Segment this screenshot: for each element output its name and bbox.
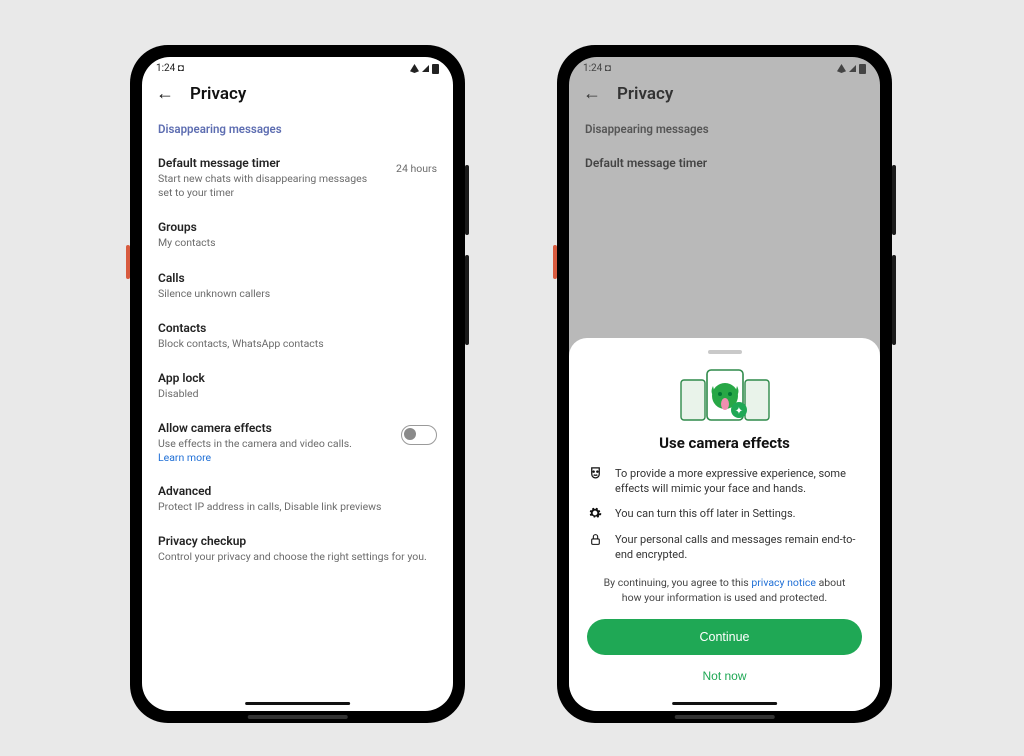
not-now-button[interactable]: Not now (587, 659, 862, 693)
row-title: Allow camera effects (158, 421, 389, 435)
row-title: Default message timer (158, 156, 384, 170)
phone-frame-right: 1:24 ◘ ← Privacy Disappearing messages D… (557, 45, 892, 723)
gesture-bar (672, 702, 778, 705)
bullet-text: Your personal calls and messages remain … (615, 532, 862, 563)
row-subtitle: Silence unknown callers (158, 287, 437, 301)
row-subtitle: Start new chats with disappearing messag… (158, 172, 384, 200)
row-title: Privacy checkup (158, 534, 437, 548)
row-contacts[interactable]: Contacts Block contacts, WhatsApp contac… (158, 311, 437, 361)
phone-power-button (892, 255, 896, 345)
lock-icon (587, 532, 603, 547)
continue-button[interactable]: Continue (587, 619, 862, 655)
bullet-settings: You can turn this off later in Settings. (587, 506, 862, 521)
row-title: Advanced (158, 484, 437, 498)
row-app-lock[interactable]: App lock Disabled (158, 361, 437, 411)
gear-icon (587, 506, 603, 520)
section-header-disappearing: Disappearing messages (585, 122, 864, 136)
row-title: Contacts (158, 321, 437, 335)
row-privacy-checkup[interactable]: Privacy checkup Control your privacy and… (158, 524, 437, 574)
battery-icon (859, 64, 866, 74)
status-time: 1:24 ◘ (583, 63, 611, 74)
back-arrow-icon[interactable]: ← (156, 85, 174, 103)
row-title: Calls (158, 271, 437, 285)
status-time: 1:24 ◘ (156, 63, 184, 74)
status-bar: 1:24 ◘ (142, 57, 453, 76)
wifi-icon (837, 64, 846, 73)
bullet-text: To provide a more expressive experience,… (615, 466, 862, 497)
row-groups[interactable]: Groups My contacts (158, 210, 437, 260)
row-title: Groups (158, 220, 437, 234)
sheet-illustration: ✦ (587, 364, 862, 426)
gesture-bar (245, 702, 351, 705)
phone-accent-button (553, 245, 557, 279)
sheet-disclaimer: By continuing, you agree to this privacy… (593, 575, 856, 605)
screen-left: 1:24 ◘ ← Privacy Disappearing messages D… (142, 57, 453, 711)
phone-power-button (465, 255, 469, 345)
sheet-title: Use camera effects (587, 434, 862, 452)
row-subtitle: My contacts (158, 236, 437, 250)
phone-volume-button (892, 165, 896, 235)
bullet-text: You can turn this off later in Settings. (615, 506, 796, 521)
row-advanced[interactable]: Advanced Protect IP address in calls, Di… (158, 474, 437, 524)
screen-right: 1:24 ◘ ← Privacy Disappearing messages D… (569, 57, 880, 711)
row-subtitle: Protect IP address in calls, Disable lin… (158, 500, 437, 514)
bullet-face: To provide a more expressive experience,… (587, 466, 862, 497)
row-camera-effects[interactable]: Allow camera effects Use effects in the … (158, 411, 437, 474)
row-subtitle: Use effects in the camera and video call… (158, 437, 389, 451)
privacy-notice-link[interactable]: privacy notice (751, 576, 816, 589)
row-subtitle: Disabled (158, 387, 437, 401)
section-header-disappearing: Disappearing messages (158, 122, 437, 136)
row-subtitle: Block contacts, WhatsApp contacts (158, 337, 437, 351)
back-arrow-icon[interactable]: ← (583, 85, 601, 103)
status-bar: 1:24 ◘ (569, 57, 880, 76)
row-title: Default message timer (585, 156, 864, 170)
row-subtitle: Control your privacy and choose the righ… (158, 550, 437, 564)
header: ← Privacy (569, 76, 880, 114)
phone-volume-button (465, 165, 469, 235)
row-calls[interactable]: Calls Silence unknown callers (158, 261, 437, 311)
svg-text:✦: ✦ (734, 406, 742, 417)
sheet-handle[interactable] (708, 350, 742, 354)
header: ← Privacy (142, 76, 453, 114)
signal-icon (422, 65, 429, 72)
signal-icon (849, 65, 856, 72)
mask-icon (587, 466, 603, 481)
page-title: Privacy (617, 84, 673, 104)
wifi-icon (410, 64, 419, 73)
phone-accent-button (126, 245, 130, 279)
row-title: App lock (158, 371, 437, 385)
bullet-encrypted: Your personal calls and messages remain … (587, 532, 862, 563)
camera-effects-sheet: ✦ Use camera effects To provide a more e… (569, 338, 880, 711)
row-default-timer-dimmed: Default message timer (585, 146, 864, 180)
battery-icon (432, 64, 439, 74)
learn-more-link[interactable]: Learn more (158, 451, 389, 464)
phone-frame-left: 1:24 ◘ ← Privacy Disappearing messages D… (130, 45, 465, 723)
row-value: 24 hours (396, 156, 437, 175)
camera-effects-toggle[interactable] (401, 425, 437, 445)
row-default-timer[interactable]: Default message timer Start new chats wi… (158, 146, 437, 210)
page-title: Privacy (190, 84, 246, 104)
